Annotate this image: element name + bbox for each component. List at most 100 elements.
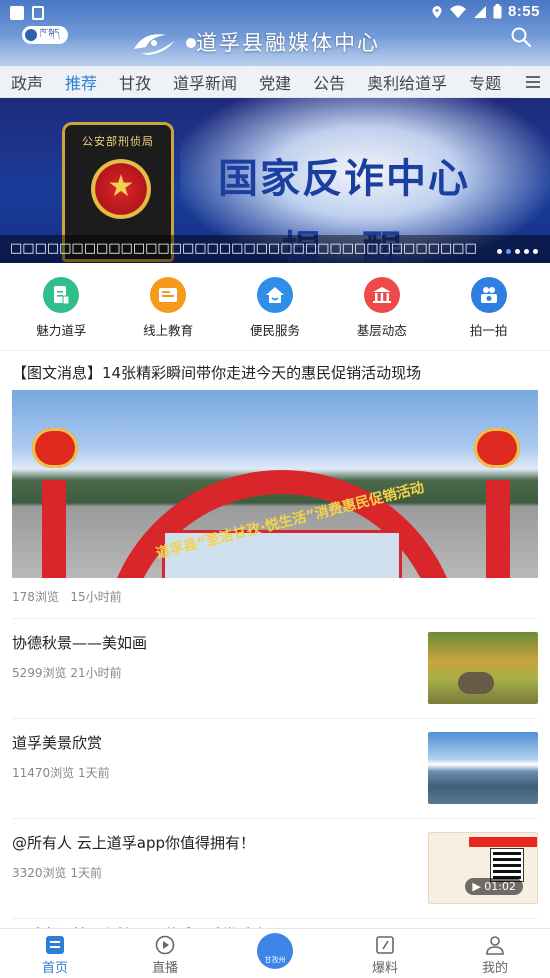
yak-shape	[458, 672, 494, 694]
building-icon	[363, 277, 400, 313]
banner-caption-text: □□□□□□□□□□□□□□□□□□□□□□□□□□□□□□□□□□□□□□	[10, 241, 477, 256]
featured-article-title[interactable]: 【图文消息】14张精彩瞬间带你走进今天的惠民促销活动现场	[12, 362, 421, 383]
status-bar-right: 8:55	[431, 3, 540, 20]
article-title: 协德秋景——美如画	[12, 634, 148, 652]
article-title: @所有人 云上道孚app你值得拥有！	[12, 834, 256, 852]
status-bar-left	[10, 6, 44, 20]
view-count: 5299浏览	[12, 666, 67, 680]
list-item[interactable]: @所有人 云上道孚app你值得拥有！ 3320浏览 1天前 ▶ 01:02	[0, 818, 550, 918]
ganzi-center-button: 甘孜州	[257, 933, 293, 969]
signal-icon	[473, 5, 486, 18]
view-count: 11470浏览	[12, 766, 75, 780]
banner-headline: 国家反诈中心	[218, 155, 470, 202]
header-brand: 道孚县融媒体中心	[130, 24, 430, 60]
quick-nav-label: 线上教育	[143, 323, 194, 338]
badge-text: 公安部刑侦局	[82, 135, 154, 148]
qr-code	[490, 848, 524, 882]
bottom-nav: 首页 直播 甘孜州 爆料 我的	[0, 928, 550, 978]
featured-article-meta: 178浏览 15小时前	[12, 588, 122, 605]
quick-nav-grassroots[interactable]: 基层动态	[334, 263, 430, 350]
home-icon	[256, 277, 293, 313]
quick-nav-label: 基层动态	[356, 323, 407, 338]
quick-nav-label: 魅力道孚	[36, 323, 87, 338]
arch-pillar-left	[42, 480, 66, 578]
title-dot	[186, 38, 196, 48]
hero-banner[interactable]: 公安部刑侦局 国家反诈中心 提醒 □□□□□□□□□□□□□□□□□□□□□□□…	[0, 98, 550, 263]
center-button-label: 甘孜州	[264, 956, 286, 964]
view-count: 178浏览	[12, 590, 59, 604]
quick-nav-convenience-services[interactable]: 便民服务	[227, 263, 323, 350]
nav-label: 爆料	[371, 961, 398, 976]
tab-daofu-news[interactable]: 道孚新闻	[162, 70, 248, 94]
lantern-right	[474, 428, 520, 468]
nav-live[interactable]: 直播	[110, 929, 220, 978]
notification-icon	[10, 6, 24, 20]
article-meta: 3320浏览 1天前	[12, 864, 102, 881]
brand-logo-icon	[134, 34, 174, 55]
nav-label: 首页	[41, 961, 68, 976]
video-thumbnail: ▶ 01:02	[428, 832, 538, 904]
post-time: 15小时前	[70, 590, 122, 604]
category-tabs: 政声 推荐 甘孜 道孚新闻 党建 公告 奥利给道孚 专题	[0, 66, 550, 98]
list-item[interactable]: 协德秋景——美如画 5299浏览 21小时前	[0, 618, 550, 718]
carousel-indicator	[497, 249, 538, 254]
play-circle-icon	[155, 935, 175, 955]
nav-home[interactable]: 首页	[0, 929, 110, 978]
search-icon[interactable]	[510, 26, 532, 48]
battery-icon	[493, 4, 502, 19]
quick-nav: 魅力道孚 线上教育 便民服务 基层动态 拍一拍	[0, 263, 550, 351]
article-title: 道孚美景欣赏	[12, 734, 103, 752]
quick-nav-charm-daofu[interactable]: 魅力道孚	[13, 263, 109, 350]
home-grid-icon	[46, 936, 64, 954]
camera-people-icon	[470, 277, 507, 313]
article-meta: 11470浏览 1天前	[12, 764, 110, 781]
menu-icon[interactable]	[516, 66, 550, 98]
app-screen: 8:55 ཁ་སྐད 道孚县融媒体中心 政声 推荐 甘孜 道孚新闻 党建 公告 …	[0, 0, 550, 978]
post-time: 21小时前	[70, 666, 122, 680]
tab-recommended[interactable]: 推荐	[54, 70, 108, 94]
carousel-dot[interactable]	[533, 249, 538, 254]
document-icon	[43, 277, 80, 313]
banner-caption: □□□□□□□□□□□□□□□□□□□□□□□□□□□□□□□□□□□□□□	[0, 235, 550, 263]
nav-report[interactable]: 爆料	[330, 929, 440, 978]
tab-zhengsheng[interactable]: 政声	[0, 70, 54, 94]
divider	[12, 918, 538, 919]
nav-ganzi[interactable]: 甘孜州	[220, 929, 330, 978]
tab-party-building[interactable]: 党建	[248, 70, 302, 94]
nav-label: 我的	[481, 961, 508, 976]
location-icon	[432, 5, 442, 18]
language-toggle[interactable]: ཁ་སྐད	[22, 26, 68, 44]
nav-label: 直播	[151, 961, 178, 976]
police-emblem-icon	[91, 159, 151, 219]
tab-aoligei-daofu[interactable]: 奥利给道孚	[356, 70, 458, 94]
status-time: 8:55	[507, 3, 540, 20]
article-thumbnail	[428, 632, 538, 704]
nav-profile[interactable]: 我的	[440, 929, 550, 978]
toggle-knob	[25, 29, 37, 41]
quick-nav-online-education[interactable]: 线上教育	[120, 263, 216, 350]
carousel-dot[interactable]	[515, 249, 520, 254]
featured-article-image[interactable]: 道孚县“圣洁甘孜·悦生活”消费惠民促销活动	[12, 390, 538, 578]
quick-nav-snapshot[interactable]: 拍一拍	[441, 263, 537, 350]
carousel-dot[interactable]	[497, 249, 502, 254]
post-time: 1天前	[70, 866, 103, 880]
sim-icon	[32, 6, 44, 20]
view-count: 3320浏览	[12, 866, 67, 880]
tab-special-topics[interactable]: 专题	[458, 70, 512, 94]
tab-ganzi[interactable]: 甘孜	[108, 70, 162, 94]
book-icon	[150, 277, 187, 313]
edit-icon	[376, 936, 394, 954]
language-toggle-label: ཁ་སྐད	[40, 27, 60, 38]
carousel-dot-active[interactable]	[506, 249, 511, 254]
duration-text: 01:02	[484, 880, 516, 893]
quick-nav-label: 拍一拍	[469, 323, 508, 338]
tab-announcements[interactable]: 公告	[302, 70, 356, 94]
article-meta: 5299浏览 21小时前	[12, 664, 122, 681]
arch-pillar-right	[486, 480, 510, 578]
list-item[interactable]: 道孚美景欣赏 11470浏览 1天前	[0, 718, 550, 818]
wifi-icon	[449, 5, 466, 18]
user-icon	[486, 936, 504, 955]
video-duration: ▶ 01:02	[465, 878, 523, 895]
page-title: 道孚县融媒体中心	[196, 31, 380, 55]
carousel-dot[interactable]	[524, 249, 529, 254]
